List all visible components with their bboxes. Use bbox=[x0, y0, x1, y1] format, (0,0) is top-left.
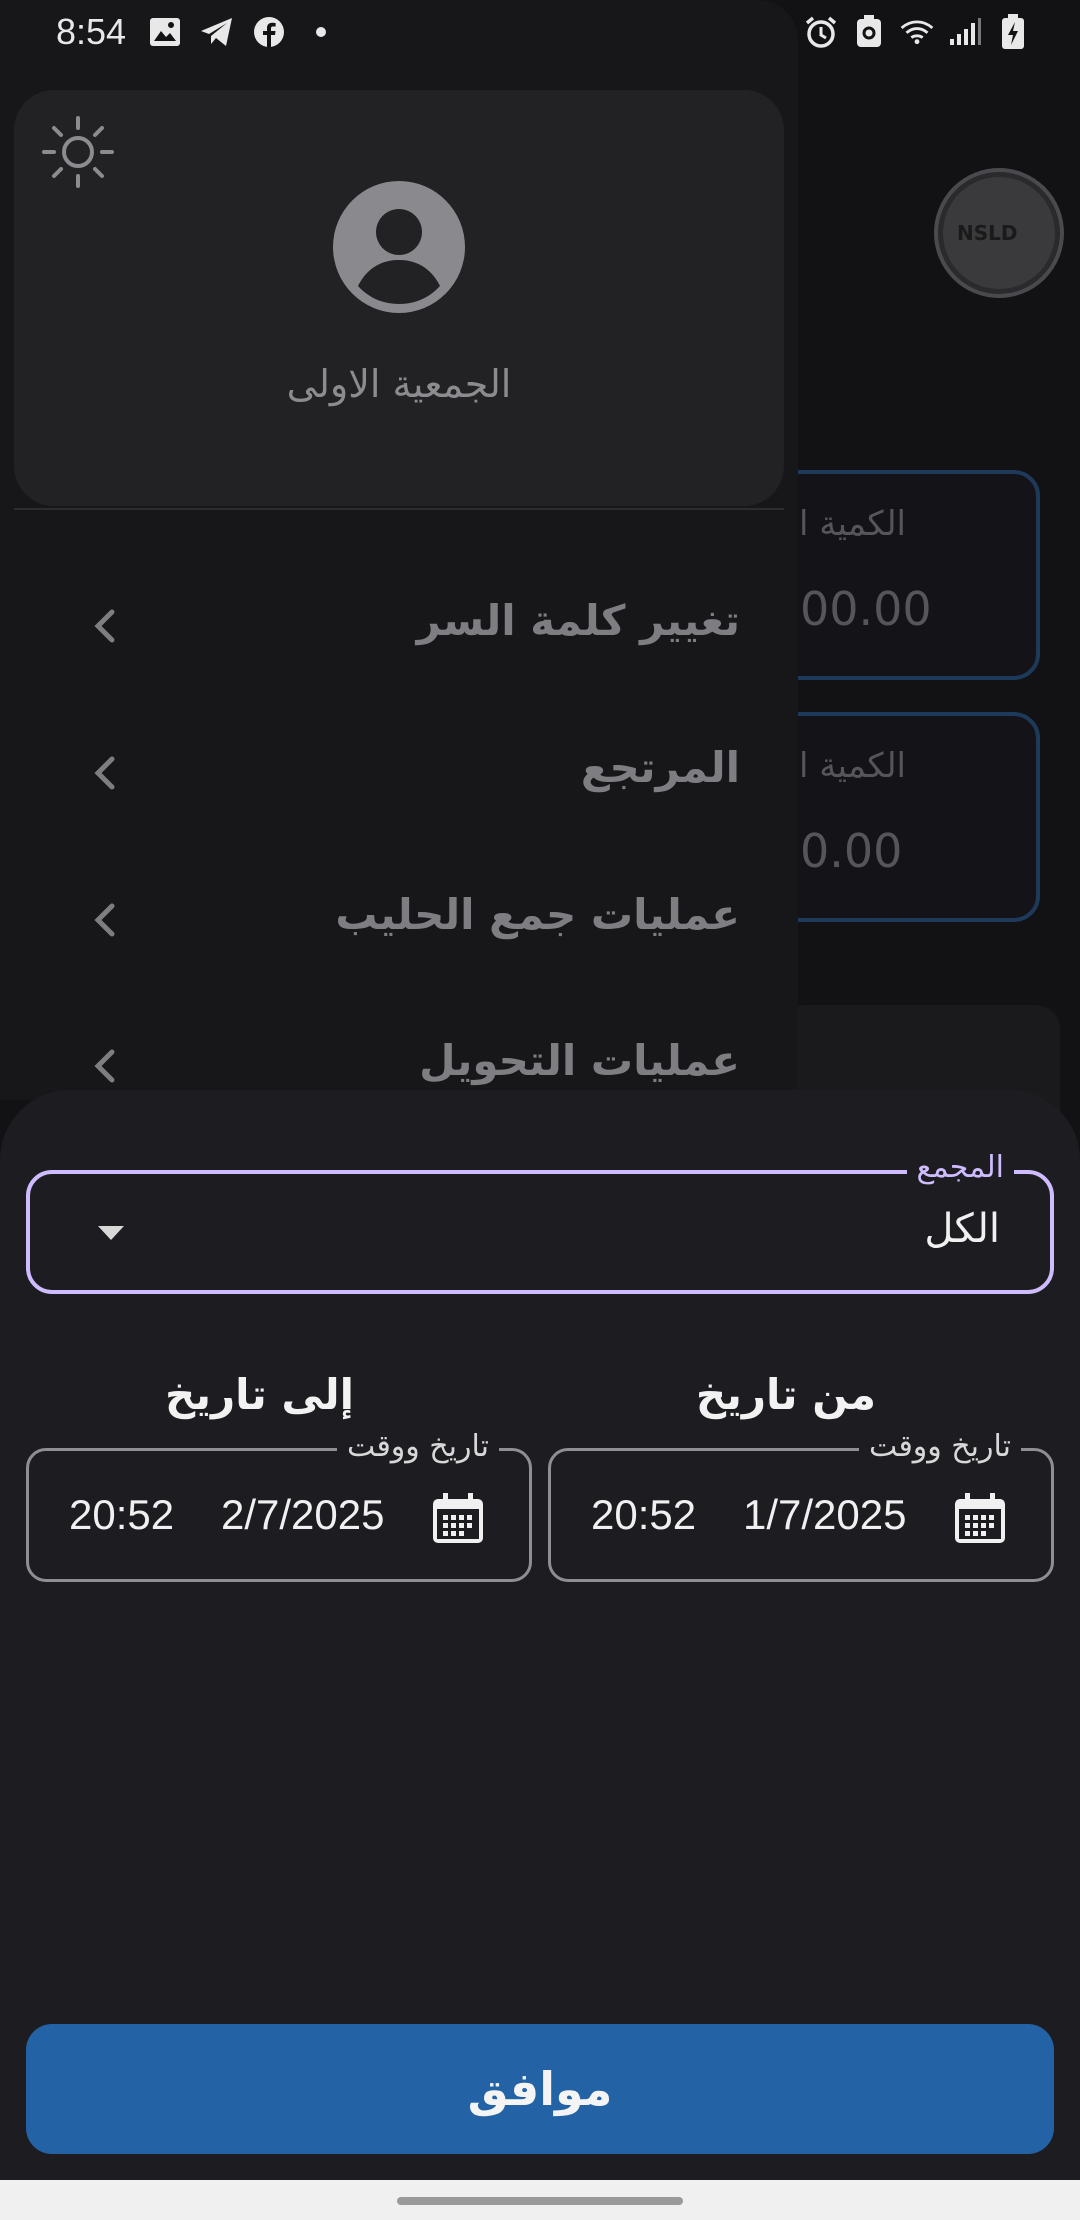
wifi-icon bbox=[900, 15, 934, 49]
chevron-left-icon bbox=[92, 608, 118, 644]
stat-card-title: الكمية ا bbox=[799, 746, 906, 786]
from-time-value: 20:52 bbox=[591, 1491, 697, 1538]
navigation-drawer: الجمعية الاولى تغيير كلمة السر المرتجع ع… bbox=[0, 0, 798, 1100]
telegram-icon bbox=[200, 15, 234, 49]
from-date-title: من تاريخ bbox=[695, 1370, 876, 1419]
organization-name: الجمعية الاولى bbox=[286, 362, 512, 406]
signal-icon bbox=[948, 15, 982, 49]
calendar-icon[interactable] bbox=[953, 1493, 1007, 1545]
stat-card-value: 0.00 bbox=[800, 824, 903, 878]
to-date-value: 2/7/2025 bbox=[221, 1491, 385, 1538]
chevron-left-icon bbox=[92, 1048, 118, 1084]
drawer-divider bbox=[14, 508, 784, 510]
menu-item-returns[interactable]: المرتجع bbox=[0, 717, 798, 827]
alarm-icon bbox=[804, 15, 838, 49]
drawer-header: الجمعية الاولى bbox=[14, 90, 784, 506]
filter-bottom-sheet: المجمع الكل من تاريخ إلى تاريخ تاريخ ووق… bbox=[0, 1090, 1080, 2180]
brightness-icon[interactable] bbox=[40, 114, 116, 190]
logo-text: NSLD bbox=[943, 177, 1055, 289]
stat-card: الكمية ا 0.00 bbox=[760, 712, 1040, 922]
battery-charging-icon bbox=[996, 14, 1030, 49]
from-date-value: 1/7/2025 bbox=[743, 1491, 907, 1538]
ok-button[interactable]: موافق bbox=[26, 2024, 1054, 2154]
home-gesture-handle[interactable] bbox=[397, 2197, 683, 2205]
calendar-icon[interactable] bbox=[431, 1493, 485, 1545]
to-date-field[interactable]: تاريخ ووقت 20:52 2/7/2025 bbox=[26, 1429, 532, 1582]
to-date-title: إلى تاريخ bbox=[164, 1370, 354, 1419]
notification-dot-icon bbox=[304, 15, 338, 49]
chevron-left-icon bbox=[92, 755, 118, 791]
collector-dropdown-label: المجمع bbox=[906, 1150, 1014, 1185]
status-bar: 8:54 bbox=[0, 0, 1080, 64]
data-saver-icon bbox=[852, 15, 886, 49]
account-circle-icon bbox=[332, 180, 466, 314]
menu-item-label: عمليات التحويل bbox=[419, 1036, 740, 1085]
from-date-field-label: تاريخ ووقت bbox=[858, 1429, 1021, 1464]
chevron-left-icon bbox=[92, 902, 118, 938]
to-date-field-label: تاريخ ووقت bbox=[336, 1429, 499, 1464]
stat-card-value: 00.00 bbox=[800, 582, 932, 636]
menu-item-label: عمليات جمع الحليب bbox=[335, 890, 740, 939]
status-time: 8:54 bbox=[56, 11, 127, 52]
menu-item-change-password[interactable]: تغيير كلمة السر bbox=[0, 570, 798, 680]
dropdown-arrow-icon bbox=[96, 1224, 126, 1242]
collector-dropdown-value: الكل bbox=[924, 1206, 1000, 1252]
facebook-icon bbox=[252, 15, 286, 49]
menu-item-label: تغيير كلمة السر bbox=[416, 596, 740, 645]
menu-item-label: المرتجع bbox=[580, 743, 740, 792]
system-navigation-bar bbox=[0, 2180, 1080, 2220]
from-date-field[interactable]: تاريخ ووقت 20:52 1/7/2025 bbox=[548, 1429, 1054, 1582]
app-logo: NSLD bbox=[934, 168, 1064, 298]
stat-card: الكمية ال 00.00 bbox=[760, 470, 1040, 680]
collector-dropdown[interactable]: المجمع الكل bbox=[26, 1150, 1054, 1294]
gallery-icon bbox=[148, 15, 182, 49]
to-time-value: 20:52 bbox=[69, 1491, 175, 1538]
menu-item-milk-collection[interactable]: عمليات جمع الحليب bbox=[0, 864, 798, 974]
